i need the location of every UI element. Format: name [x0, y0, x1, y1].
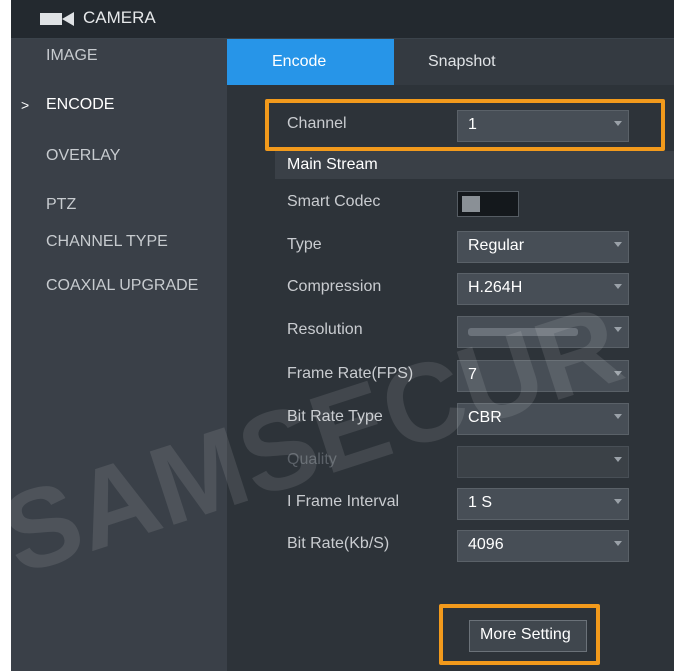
tab-label: Encode: [272, 53, 327, 70]
chevron-down-icon: [614, 541, 622, 546]
compression-value: H.264H: [468, 279, 523, 296]
smart-codec-label: Smart Codec: [287, 193, 381, 210]
main-stream-header: Main Stream: [275, 151, 674, 179]
chevron-down-icon: [614, 284, 622, 289]
window-title: CAMERA: [83, 8, 156, 27]
type-select[interactable]: Regular: [457, 231, 629, 263]
camera-icon: [40, 12, 74, 26]
chevron-down-icon: [614, 457, 622, 462]
tab-label: Snapshot: [428, 53, 496, 70]
sidebar-item-label: CHANNEL TYPE: [46, 233, 168, 250]
bit-rate-row: Bit Rate(Kb/S) 4096: [275, 527, 665, 563]
type-value: Regular: [468, 237, 525, 254]
type-label: Type: [287, 236, 322, 253]
sidebar-item-channel-type[interactable]: CHANNEL TYPE: [11, 226, 227, 268]
sidebar-item-coaxial-upgrade[interactable]: COAXIAL UPGRADE: [11, 270, 227, 312]
bit-rate-value: 4096: [468, 536, 504, 553]
bit-rate-select[interactable]: 4096: [457, 530, 629, 562]
sidebar-item-overlay[interactable]: OVERLAY: [11, 140, 227, 182]
sidebar-item-encode[interactable]: > ENCODE: [11, 89, 227, 131]
section-title: Main Stream: [287, 156, 378, 173]
sidebar-item-label: IMAGE: [46, 47, 98, 64]
sidebar-item-label: PTZ: [46, 196, 77, 213]
more-setting-highlight-box: [439, 604, 600, 665]
chevron-down-icon: [614, 499, 622, 504]
toggle-knob: [462, 196, 480, 212]
sidebar-item-ptz[interactable]: PTZ: [11, 189, 227, 231]
tab-snapshot[interactable]: Snapshot: [394, 39, 546, 85]
title-bar: CAMERA: [11, 0, 674, 39]
chevron-down-icon: [614, 242, 622, 247]
chevron-down-icon: [614, 414, 622, 419]
chevron-down-icon: [614, 327, 622, 332]
bit-rate-label: Bit Rate(Kb/S): [287, 535, 390, 552]
sidebar-item-image[interactable]: IMAGE: [11, 40, 227, 82]
i-frame-interval-value: 1 S: [468, 494, 493, 511]
smart-codec-row: Smart Codec: [275, 185, 665, 221]
sidebar-item-label: OVERLAY: [46, 147, 121, 164]
active-marker-icon: >: [21, 97, 30, 113]
resolution-label: Resolution: [287, 321, 363, 338]
channel-highlight-box: [265, 99, 665, 151]
tab-encode[interactable]: Encode: [227, 39, 394, 85]
compression-row: Compression H.264H: [275, 270, 665, 306]
sidebar-item-label: ENCODE: [46, 96, 115, 113]
i-frame-interval-select[interactable]: 1 S: [457, 488, 629, 520]
sidebar-item-label: COAXIAL UPGRADE: [46, 277, 199, 294]
compression-label: Compression: [287, 278, 382, 295]
smart-codec-toggle[interactable]: [457, 191, 519, 217]
type-row: Type Regular: [275, 228, 665, 264]
tab-bar: Encode Snapshot: [227, 39, 674, 85]
